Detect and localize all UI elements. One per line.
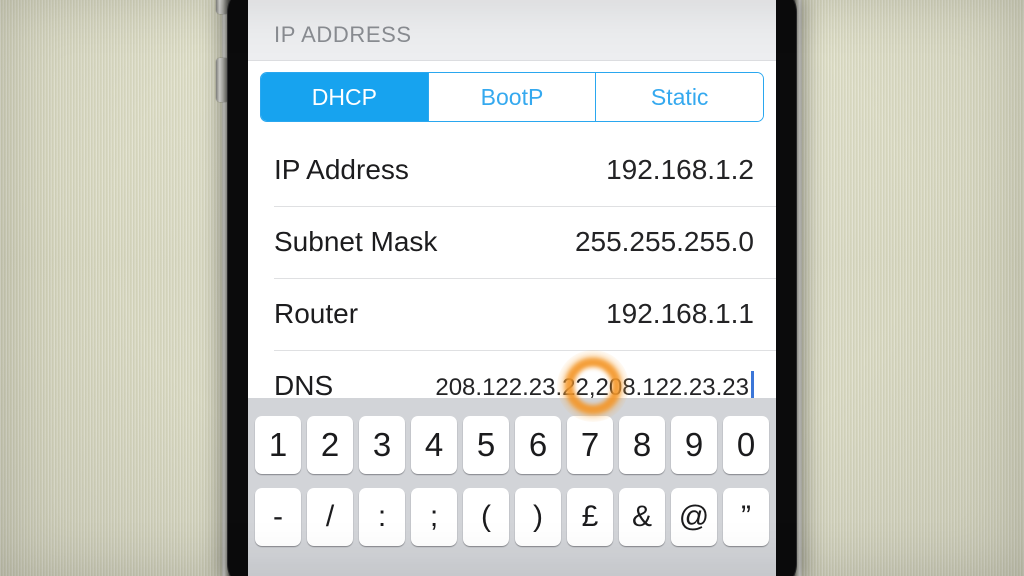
key-paren-open[interactable]: ( xyxy=(463,488,509,546)
key-8[interactable]: 8 xyxy=(619,416,665,474)
screenshot-scene: IP ADDRESS DHCP BootP Static IP Address … xyxy=(0,0,1024,576)
numeric-symbol-keyboard[interactable]: 1 2 3 4 5 6 7 8 9 0 - / : ; ( ) £ & @ ” xyxy=(248,398,776,576)
key-0[interactable]: 0 xyxy=(723,416,769,474)
ip-mode-segmented-control[interactable]: DHCP BootP Static xyxy=(260,72,764,122)
row-value-router[interactable]: 192.168.1.1 xyxy=(606,298,754,330)
key-1[interactable]: 1 xyxy=(255,416,301,474)
key-slash[interactable]: / xyxy=(307,488,353,546)
key-colon[interactable]: : xyxy=(359,488,405,546)
segment-dhcp[interactable]: DHCP xyxy=(261,73,429,121)
segment-static[interactable]: Static xyxy=(596,73,763,121)
key-2[interactable]: 2 xyxy=(307,416,353,474)
row-label-router: Router xyxy=(274,298,359,329)
table-row[interactable]: Router 192.168.1.1 xyxy=(248,278,776,350)
key-hyphen[interactable]: - xyxy=(255,488,301,546)
key-quote[interactable]: ” xyxy=(723,488,769,546)
text-caret xyxy=(751,370,754,401)
key-7[interactable]: 7 xyxy=(567,416,613,474)
segment-bootp[interactable]: BootP xyxy=(428,73,597,121)
key-at[interactable]: @ xyxy=(671,488,717,546)
key-5[interactable]: 5 xyxy=(463,416,509,474)
key-9[interactable]: 9 xyxy=(671,416,717,474)
table-row[interactable]: Subnet Mask 255.255.255.0 xyxy=(248,206,776,278)
key-paren-close[interactable]: ) xyxy=(515,488,561,546)
ip-settings-list: IP Address 192.168.1.2 Subnet Mask 255.2… xyxy=(248,134,776,422)
row-value-subnet-mask[interactable]: 255.255.255.0 xyxy=(575,226,754,258)
keyboard-row-numbers: 1 2 3 4 5 6 7 8 9 0 xyxy=(248,416,776,474)
segmented-control-container: DHCP BootP Static xyxy=(248,61,776,134)
section-header: IP ADDRESS xyxy=(248,0,776,61)
key-ampersand[interactable]: & xyxy=(619,488,665,546)
dns-field-wrapper[interactable]: 208.122.23.22,208.122.23.23 xyxy=(435,370,754,402)
row-value-ip-address[interactable]: 192.168.1.2 xyxy=(606,154,754,186)
row-label-ip-address: IP Address xyxy=(274,154,409,185)
key-pound[interactable]: £ xyxy=(567,488,613,546)
key-6[interactable]: 6 xyxy=(515,416,561,474)
key-semicolon[interactable]: ; xyxy=(411,488,457,546)
section-header-title: IP ADDRESS xyxy=(274,22,412,47)
key-4[interactable]: 4 xyxy=(411,416,457,474)
row-label-subnet-mask: Subnet Mask xyxy=(274,226,438,257)
row-value-dns[interactable]: 208.122.23.22,208.122.23.23 xyxy=(435,374,749,401)
table-row[interactable]: IP Address 192.168.1.2 xyxy=(248,134,776,206)
phone-screen: IP ADDRESS DHCP BootP Static IP Address … xyxy=(248,0,776,576)
keyboard-row-symbols: - / : ; ( ) £ & @ ” xyxy=(248,488,776,546)
key-3[interactable]: 3 xyxy=(359,416,405,474)
